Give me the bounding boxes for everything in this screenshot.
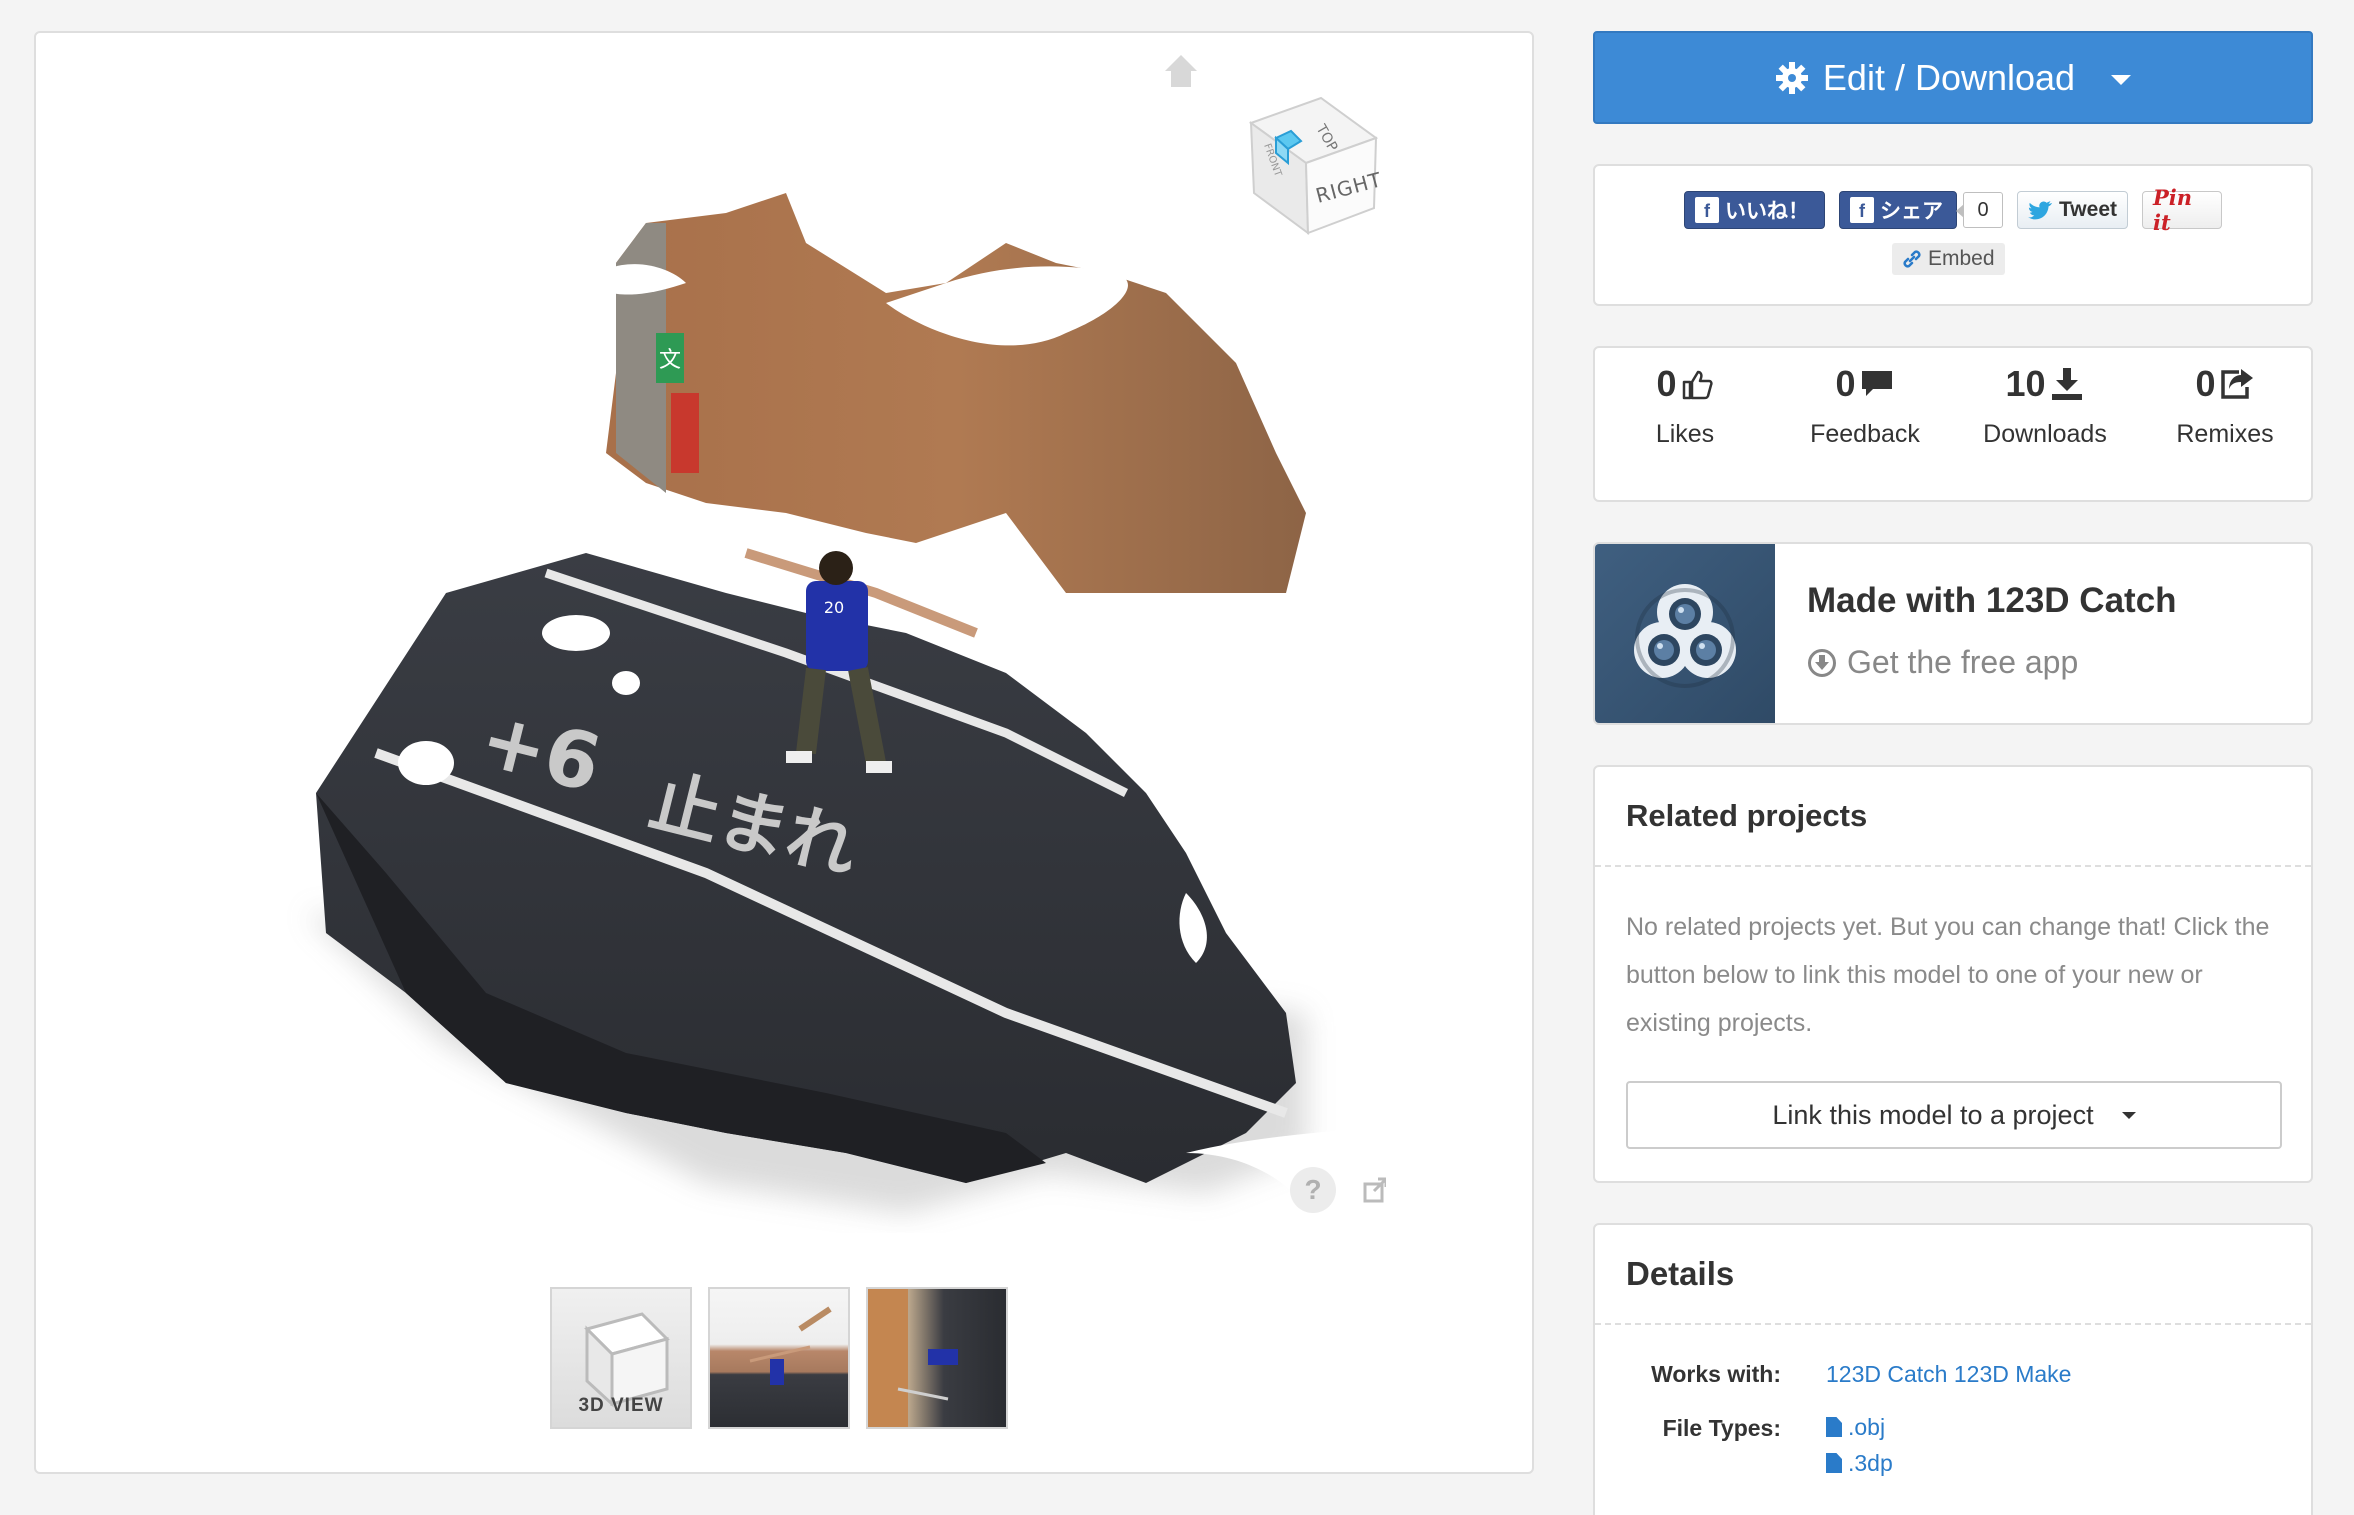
edit-download-label: Edit / Download [1822, 56, 2076, 98]
embed-label: Embed [1928, 247, 1995, 270]
facebook-share-count: 0 [1956, 192, 2003, 228]
made-with-title: Made with 123D Catch [1807, 581, 2177, 620]
works-with-label: Works with: [1651, 1361, 1781, 1387]
thumbnail-photo-2[interactable] [866, 1287, 1008, 1429]
pinterest-pin-button[interactable]: Pin it [2142, 185, 2222, 235]
thumbnail-photo-1[interactable] [708, 1287, 850, 1429]
made-with-card[interactable]: Made with 123D Catch Get the free app [1593, 542, 2313, 725]
stat-likes[interactable]: 0 Likes [1595, 348, 1775, 449]
help-button[interactable]: ? [1290, 1167, 1336, 1213]
file-icon [1826, 1453, 1842, 1473]
file-type-label: .obj [1848, 1413, 1886, 1440]
stat-feedback[interactable]: 0 Feedback [1775, 348, 1955, 449]
thumbnail-3d-view[interactable]: 3D VIEW [550, 1287, 692, 1429]
works-with-link[interactable]: 123D Make [1954, 1361, 2072, 1387]
popout-icon[interactable] [1354, 1169, 1386, 1211]
home-icon[interactable] [1161, 51, 1201, 91]
file-type-link[interactable]: .obj [1826, 1409, 1893, 1445]
downloads-label: Downloads [1983, 420, 2107, 448]
likes-label: Likes [1655, 420, 1715, 448]
get-free-app-link[interactable]: Get the free app [1807, 644, 2078, 681]
facebook-share-label: シェア [1880, 200, 1943, 223]
get-free-app-label: Get the free app [1847, 644, 2079, 680]
thumbnail-label: 3D VIEW [578, 1395, 664, 1416]
download-icon [2051, 368, 2082, 400]
file-type-label: .3dp [1848, 1449, 1893, 1476]
related-projects-card: Related projects No related projects yet… [1593, 765, 2313, 1183]
likes-count: 0 [1656, 363, 1677, 404]
embed-button[interactable]: Embed [1892, 243, 2005, 275]
downloads-count: 10 [2005, 363, 2046, 404]
chevron-down-icon [2121, 1111, 2136, 1119]
model-viewer-canvas[interactable]: 文 +6 止まれ 20 TOP FRONT RIGHT ? [186, 33, 1386, 1233]
twitter-bird-icon [2028, 201, 2053, 220]
tweet-button[interactable]: Tweet [2017, 191, 2128, 229]
facebook-icon: f [1850, 197, 1874, 223]
facebook-like-button[interactable]: f いいね！ [1684, 191, 1825, 229]
chevron-down-icon [2111, 74, 2132, 85]
remixes-count: 0 [2195, 363, 2216, 404]
sidebar: Edit / Download f いいね！ f シェア 0 Tweet Pin… [1593, 31, 2313, 1515]
thumbs-up-icon [1682, 370, 1713, 400]
viewcube-navigator[interactable]: TOP FRONT RIGHT [1226, 83, 1386, 253]
thumbnail-photo-image [749, 1306, 832, 1385]
catch-app-icon [1634, 583, 1736, 688]
details-title: Details [1595, 1225, 2311, 1325]
social-share-card: f いいね！ f シェア 0 Tweet Pin it Embed [1593, 164, 2313, 306]
thumbnail-strip: 3D VIEW [550, 1287, 1008, 1429]
facebook-share-button[interactable]: f シェア [1839, 191, 1957, 229]
feedback-label: Feedback [1810, 420, 1920, 448]
share-icon [2220, 369, 2253, 399]
viewer-panel: 文 +6 止まれ 20 TOP FRONT RIGHT ? 3D VIEW [34, 31, 1534, 1474]
link-icon [1903, 250, 1921, 268]
feedback-count: 0 [1835, 363, 1856, 404]
download-circle-icon [1808, 648, 1836, 677]
file-type-link[interactable]: .3dp [1826, 1445, 1893, 1481]
details-card: Details Works with: 123D Catch 123D Make… [1593, 1223, 2313, 1515]
works-with-link[interactable]: 123D Catch [1826, 1361, 1947, 1387]
file-icon [1826, 1417, 1842, 1437]
stat-downloads[interactable]: 10 Downloads [1955, 348, 2135, 449]
thumbnail-photo-image [868, 1289, 958, 1427]
link-to-project-label: Link this model to a project [1772, 1099, 2094, 1130]
file-types-label: File Types: [1662, 1415, 1781, 1441]
123d-catch-logo [1595, 544, 1775, 723]
remixes-label: Remixes [2176, 420, 2274, 448]
gear-icon [1775, 61, 1808, 94]
related-projects-title: Related projects [1595, 767, 2311, 867]
stat-remixes[interactable]: 0 Remixes [2135, 348, 2315, 449]
sign-glyph: 文 [659, 348, 681, 373]
link-to-project-button[interactable]: Link this model to a project [1626, 1081, 2282, 1149]
facebook-icon: f [1695, 197, 1719, 223]
facebook-like-label: いいね！ [1725, 200, 1809, 223]
stats-card: 0 Likes 0 Feedback 10 Downloads 0 Remixe… [1593, 346, 2313, 502]
tweet-label: Tweet [2059, 198, 2117, 221]
edit-download-button[interactable]: Edit / Download [1593, 31, 2313, 124]
jersey-number: 20 [824, 598, 844, 617]
comment-icon [1861, 371, 1892, 396]
scanned-street-model[interactable]: 文 +6 止まれ 20 [186, 33, 1386, 1233]
related-projects-text: No related projects yet. But you can cha… [1626, 913, 2270, 1037]
